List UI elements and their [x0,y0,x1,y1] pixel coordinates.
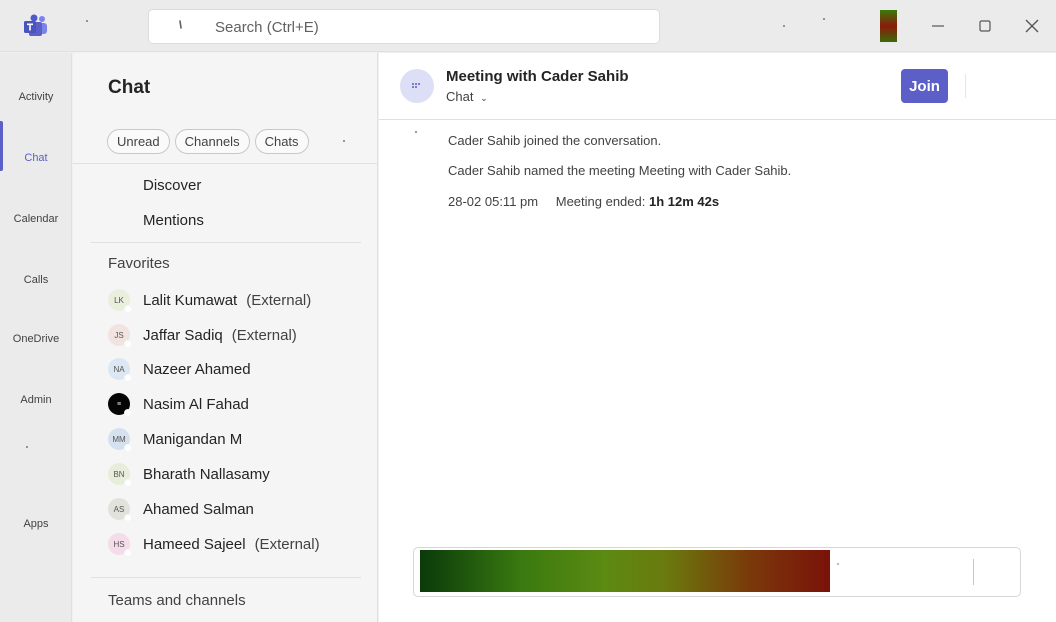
conversation-tab-chat[interactable]: Chat ⌄ [446,89,488,104]
chat-list-pane: Chat Unread Channels Chats Discover Ment… [73,53,378,622]
teams-heading[interactable]: Teams and channels [108,592,246,609]
avatar: JS [108,324,132,348]
avatar: NA [108,358,132,382]
contact-item[interactable]: BN Bharath Nallasamy [108,462,279,487]
minimize-icon[interactable] [926,14,950,38]
compose-box[interactable] [413,547,1021,597]
rail-item-apps[interactable]: Apps [0,518,72,530]
event-dot [415,131,417,133]
contact-name: Jaffar Sadiq [143,326,223,344]
filter-pills: Unread Channels Chats [107,129,309,154]
discover-link[interactable]: Discover [143,177,201,194]
conversation-header: Meeting with Cader Sahib Chat ⌄ Join [379,53,1056,120]
external-tag: (External) [246,291,312,309]
search-input[interactable]: Search (Ctrl+E) [148,9,660,44]
compose-content-image [420,550,830,592]
pane-divider [73,163,378,164]
rail-item-calendar[interactable]: Calendar [0,213,72,225]
contact-item[interactable]: HS Hameed Sajeel (External) [108,532,320,557]
favorites-heading[interactable]: Favorites [108,255,170,272]
chevron-down-icon[interactable]: ⌄ [480,93,488,103]
conversation-area: Meeting with Cader Sahib Chat ⌄ Join Cad… [379,53,1056,622]
event-meeting-ended: 28-02 05:11 pm Meeting ended: 1h 12m 42s [448,194,719,209]
chat-pane-title: Chat [108,77,151,98]
meeting-duration: 1h 12m 42s [648,194,720,209]
join-button[interactable]: Join [901,69,948,103]
avatar: AS [108,498,132,522]
avatar: BN [108,463,132,487]
rail-item-admin[interactable]: Admin [0,394,72,406]
conversation-title: Meeting with Cader Sahib [446,68,629,85]
contact-name: Nazeer Ahamed [143,360,251,378]
avatar: LK [108,289,132,313]
contact-item[interactable]: NA Nazeer Ahamed [108,357,260,382]
profile-picture[interactable] [880,10,897,42]
filter-unread[interactable]: Unread [107,129,170,154]
header-divider [965,74,966,98]
titlebar-dot [783,25,785,27]
contact-item[interactable]: JS Jaffar Sadiq (External) [108,323,297,348]
teams-logo-icon[interactable] [22,14,48,38]
filter-dot [343,140,345,142]
contact-name: Lalit Kumawat [143,291,238,309]
mentions-link[interactable]: Mentions [143,212,204,229]
section-divider [91,577,361,578]
chat-tab-label: Chat [446,89,474,104]
contact-item[interactable]: MM Manigandan M [108,427,251,452]
filter-channels[interactable]: Channels [174,129,250,154]
rail-item-onedrive[interactable]: OneDrive [0,333,72,345]
titlebar-dot [823,18,825,20]
contact-name: Ahamed Salman [143,500,254,518]
meeting-avatar [400,69,434,103]
rail-item-calls[interactable]: Calls [0,274,72,286]
filter-chats[interactable]: Chats [254,129,309,154]
rail-item-activity[interactable]: Activity [0,91,72,103]
rail-dot [26,446,28,448]
title-bar: Search (Ctrl+E) [0,0,1056,52]
meeting-ended-label: Meeting ended: [555,194,646,209]
avatar: MM [108,428,132,452]
external-tag: (External) [231,326,297,344]
maximize-icon[interactable] [973,14,997,38]
avatar: ≡ [108,393,132,417]
contact-name: Nasim Al Fahad [143,395,249,413]
external-tag: (External) [254,535,320,553]
contact-name: Hameed Sajeel [143,535,246,553]
contact-name: Bharath Nallasamy [143,465,270,483]
contact-item[interactable]: ≡ Nasim Al Fahad [108,392,258,417]
compose-dot [837,563,839,565]
search-icon [179,20,182,29]
contact-item[interactable]: AS Ahamed Salman [108,497,263,522]
avatar: HS [108,533,132,557]
app-rail: Activity Chat Calendar Calls OneDrive Ad… [0,53,72,622]
event-renamed: Cader Sahib named the meeting Meeting wi… [448,163,792,178]
contact-name: Manigandan M [143,430,243,448]
rail-item-chat[interactable]: Chat [0,152,72,164]
event-timestamp: 28-02 05:11 pm [448,194,539,209]
titlebar-dot [86,20,88,22]
search-placeholder: Search (Ctrl+E) [215,19,319,36]
event-joined: Cader Sahib joined the conversation. [448,133,662,148]
close-icon[interactable] [1020,14,1044,38]
meeting-icon [412,83,420,88]
section-divider [91,242,361,243]
contact-item[interactable]: LK Lalit Kumawat (External) [108,288,312,313]
compose-divider [973,559,974,585]
